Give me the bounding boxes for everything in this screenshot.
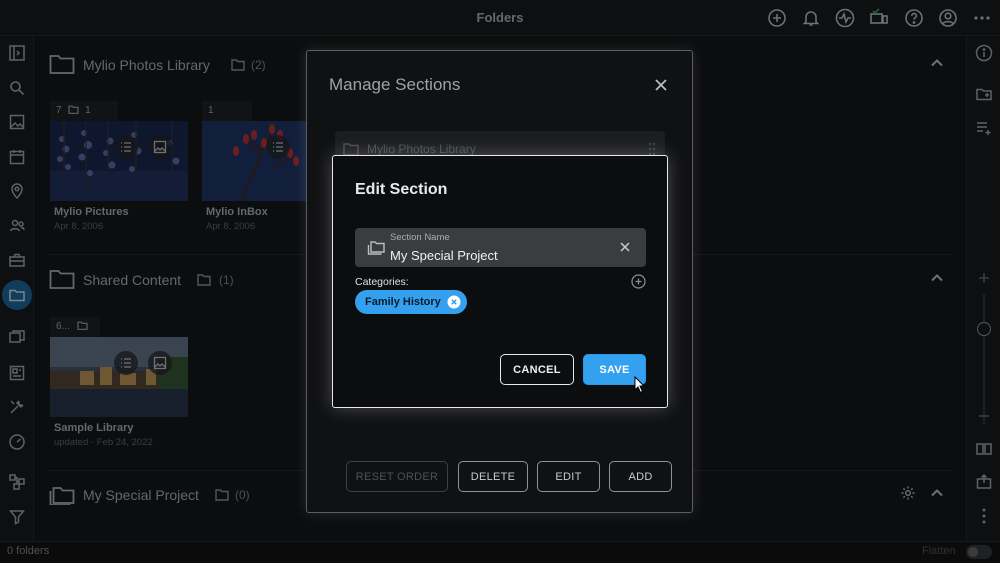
chip-label: Family History [365,296,441,308]
clear-icon[interactable] [619,241,631,253]
add-category-icon[interactable] [631,274,646,289]
remove-chip-icon[interactable] [447,295,461,309]
add-button[interactable]: ADD [609,461,672,492]
delete-button[interactable]: DELETE [458,461,528,492]
reset-order-button[interactable]: RESET ORDER [346,461,448,492]
app-window: Folders Mylio Photos Library (2) 7 1 Myl… [0,0,1000,563]
edit-button[interactable]: EDIT [537,461,600,492]
folders-icon [367,241,385,255]
category-chip[interactable]: Family History [355,290,467,314]
dialog-title: Edit Section [355,181,448,198]
cancel-button[interactable]: CANCEL [500,354,574,385]
edit-section-dialog: Edit Section Section Name Categories: Fa… [332,155,668,408]
section-name-input[interactable] [390,248,610,263]
close-icon[interactable] [653,77,669,93]
section-list-label: Mylio Photos Library [367,142,476,156]
categories-label: Categories: [355,276,409,288]
mouse-cursor-icon [634,376,646,394]
folder-icon [343,143,359,156]
dialog-title: Manage Sections [329,75,461,94]
section-name-field[interactable]: Section Name [355,228,646,267]
field-label: Section Name [390,232,450,243]
